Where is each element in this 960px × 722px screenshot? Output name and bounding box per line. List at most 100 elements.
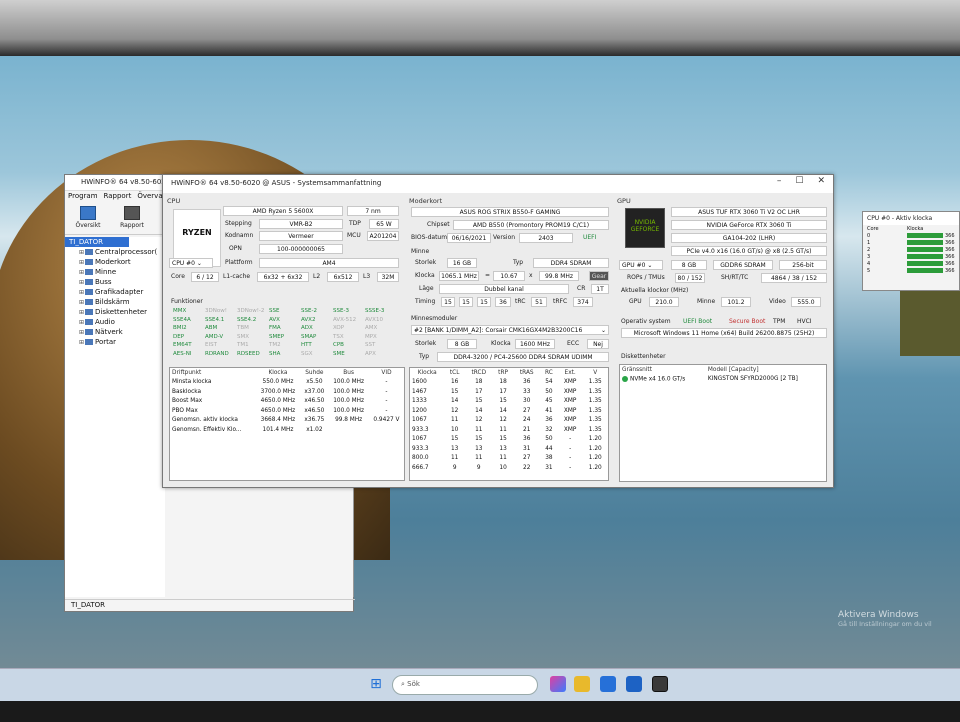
- table-row[interactable]: Genomsn. Effektiv Klo... 101.4 MHz x1.02: [170, 425, 404, 435]
- menu-overvakning[interactable]: Överva: [137, 192, 162, 202]
- table-cell: 11: [475, 426, 483, 433]
- gpu-select-value: GPU #0: [622, 262, 646, 269]
- mem-type-label: Typ: [513, 259, 524, 266]
- table-cell: 1.35: [588, 398, 602, 405]
- table-cell: 12: [499, 417, 507, 424]
- opn-value: 100-000000065: [259, 244, 343, 254]
- table-cell: 45: [545, 398, 553, 405]
- table-row[interactable]: Genomsn. aktiv klocka 3668.4 MHz x36.75 99.…: [170, 416, 404, 426]
- table-cell: -: [385, 398, 388, 405]
- table-cell: 13: [499, 445, 507, 452]
- tree-item-drives[interactable]: ⊞ Diskettenheter: [65, 307, 165, 317]
- table-row[interactable]: 1200 12 14 14 27 41 XMP 1.35: [410, 406, 608, 416]
- hwinfo-taskbar-icon[interactable]: [652, 676, 668, 692]
- table-cell: 38: [545, 455, 553, 462]
- maximize-icon[interactable]: ☐: [795, 176, 803, 189]
- table-row[interactable]: 666.7 9 9 10 22 31 - 1.20: [410, 463, 608, 473]
- copilot-icon[interactable]: [550, 676, 566, 692]
- file-explorer-icon[interactable]: [574, 676, 590, 692]
- spd-body: 1600 16 18 18 36 54 XMP 1.35 1467 15 17 17 33 50 XMP 1.…: [410, 378, 608, 473]
- tree-item-bus[interactable]: ⊞ Buss: [65, 277, 165, 287]
- table-cell: 1.20: [588, 436, 602, 443]
- table-row[interactable]: Basklocka 3700.0 MHz x37.00 100.0 MHz -: [170, 387, 404, 397]
- col-header: VID: [381, 369, 392, 376]
- shaders-value: 4864 / 38 / 152: [761, 273, 827, 283]
- timing-tras: 36: [495, 297, 511, 307]
- minimize-icon[interactable]: –: [777, 176, 782, 189]
- table-cell: 15: [475, 436, 483, 443]
- tree-item-network[interactable]: ⊞ Nätverk: [65, 327, 165, 337]
- table-cell: -: [385, 388, 388, 395]
- tree-item-audio[interactable]: ⊞ Audio: [65, 317, 165, 327]
- col-header: Ext.: [564, 369, 576, 376]
- core-number: 3: [867, 253, 871, 260]
- table-row[interactable]: 933.3 13 13 13 31 44 - 1.20: [410, 444, 608, 454]
- table-cell: 14: [475, 407, 483, 414]
- table-cell: 27: [523, 407, 531, 414]
- vram-bus-width: 256-bit: [779, 260, 827, 270]
- tree-item-label: Grafikadapter: [95, 288, 144, 296]
- table-cell: Basklocka: [172, 388, 202, 395]
- table-row[interactable]: 800.0 11 11 11 27 38 - 1.20: [410, 454, 608, 464]
- mobo-header: Moderkort: [409, 197, 443, 205]
- outlook-icon[interactable]: [626, 676, 642, 692]
- tree-item-memory[interactable]: ⊞ Minne: [65, 267, 165, 277]
- table-row[interactable]: NVMe x4 16.0 GT/s KINGSTON SFYRD2000G [2…: [620, 375, 826, 385]
- table-row[interactable]: 1333 14 15 15 30 45 XMP 1.35: [410, 397, 608, 407]
- table-cell: x46.50: [304, 407, 325, 414]
- table-cell: XMP: [563, 379, 577, 386]
- taskbar-search[interactable]: ⌕ Sök: [392, 675, 538, 695]
- windows-start-icon[interactable]: ⊞: [368, 676, 384, 692]
- core-col-header: Core: [867, 225, 879, 232]
- close-icon[interactable]: ✕: [817, 176, 825, 189]
- col-header: Klocka: [268, 369, 288, 376]
- clock-col-header: Klocka: [907, 225, 924, 232]
- mode-value: Dubbel kanal: [439, 284, 569, 294]
- cpu-select[interactable]: CPU #0 ⌄: [169, 258, 213, 268]
- core-clock: 366: [945, 253, 955, 260]
- cpu-feature-flag: AVX10: [365, 316, 383, 323]
- cpu-feature-flag: TBM: [237, 325, 249, 331]
- gpu-select[interactable]: GPU #0 ⌄: [619, 260, 663, 270]
- expand-icon[interactable]: ⊞: [79, 338, 84, 348]
- store-icon[interactable]: [600, 676, 616, 692]
- monitor-bezel-top: [0, 0, 960, 56]
- table-cell: 22: [523, 464, 531, 471]
- cpu-feature-flag: SSE-2: [301, 308, 317, 314]
- table-cell: 100.0 MHz: [333, 379, 365, 386]
- module-select[interactable]: #2 [BANK 1/DIMM_A2]: Corsair CMK16GX4M2B…: [411, 325, 609, 335]
- tree-item-monitor[interactable]: ⊞ Bildskärm: [65, 297, 165, 307]
- table-cell: 10: [499, 464, 507, 471]
- menu-rapport[interactable]: Rapport: [104, 192, 132, 202]
- table-row[interactable]: PBO Max 4650.0 MHz x46.50 100.0 MHz -: [170, 406, 404, 416]
- tree-root-computer[interactable]: TI_DATOR: [65, 237, 129, 247]
- table-row[interactable]: 1600 16 18 18 36 54 XMP 1.35: [410, 378, 608, 388]
- table-cell: 50: [545, 436, 553, 443]
- table-cell: Minsta klocka: [172, 379, 212, 386]
- table-row[interactable]: Boost Max 4650.0 MHz x46.50 100.0 MHz -: [170, 397, 404, 407]
- tree-item-ports[interactable]: ⊞ Portar: [65, 337, 165, 347]
- table-row[interactable]: 1067 15 15 15 36 50 - 1.20: [410, 435, 608, 445]
- report-button[interactable]: Rapport: [115, 205, 149, 232]
- tree-item-cpu[interactable]: ⊞ Centralprocessor(: [65, 247, 165, 257]
- menu-program[interactable]: Program: [68, 192, 98, 202]
- trc-value: 51: [531, 297, 547, 307]
- col-header: tCL: [449, 369, 460, 376]
- table-row[interactable]: 1067 11 12 12 24 36 XMP 1.35: [410, 416, 608, 426]
- tree-item-graphics[interactable]: ⊞ Grafikadapter: [65, 287, 165, 297]
- table-cell: 3668.4 MHz: [260, 417, 296, 424]
- tree-item-motherboard[interactable]: ⊞ Moderkort: [65, 257, 165, 267]
- table-row[interactable]: Minsta klocka 550.0 MHz x5.50 100.0 MHz -: [170, 378, 404, 388]
- table-cell: -: [569, 464, 572, 471]
- cpu-process: 7 nm: [347, 206, 399, 216]
- overview-button[interactable]: Översikt: [71, 205, 105, 232]
- table-row[interactable]: 933.3 10 11 11 21 32 XMP 1.35: [410, 425, 608, 435]
- table-cell: -: [569, 445, 572, 452]
- mem-clock-value: 101.2: [721, 297, 751, 307]
- clock-row: 5 366: [863, 267, 959, 274]
- table-row[interactable]: 1467 15 17 17 33 50 XMP 1.35: [410, 387, 608, 397]
- clock-row: 1 366: [863, 239, 959, 246]
- memory-icon: [85, 269, 93, 275]
- core-label: Core: [171, 273, 185, 280]
- table-header-row: Driftpunkt Klocka Suhde Bus VID: [170, 368, 404, 378]
